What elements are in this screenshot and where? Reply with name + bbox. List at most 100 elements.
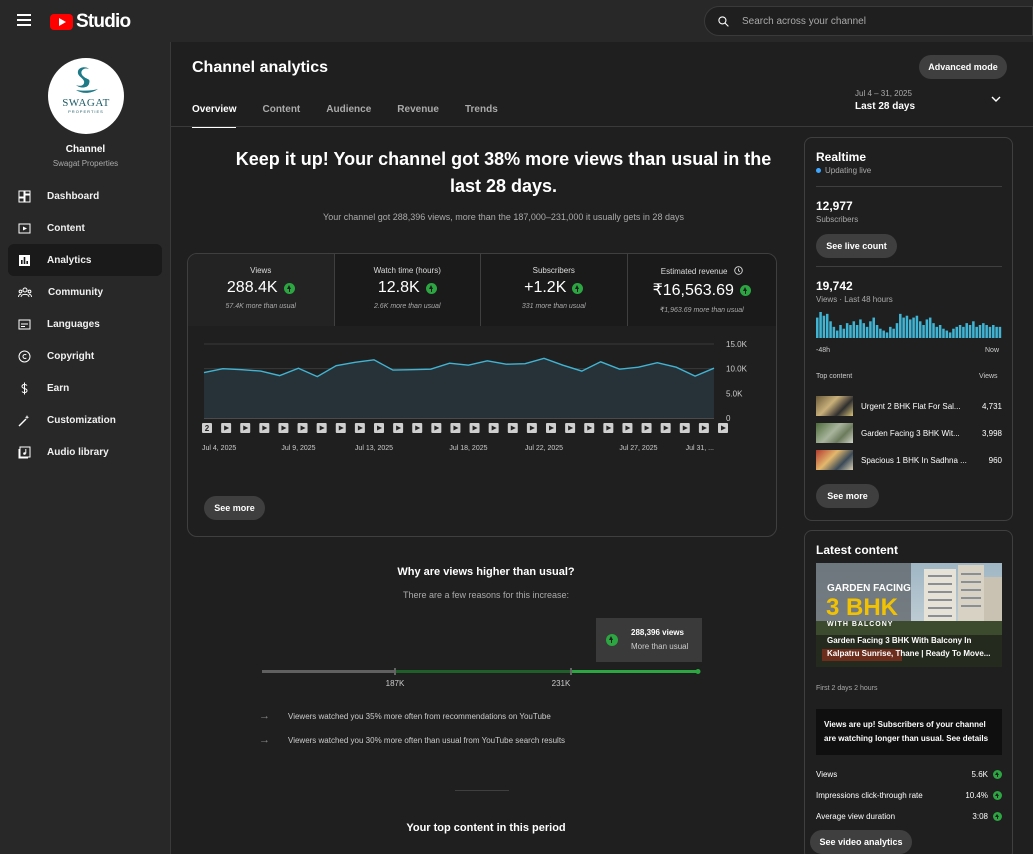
metric-watch-time[interactable]: Watch time (hours) 12.8K 2.6K more than … — [334, 254, 481, 326]
analytics-tabs: Overview Content Audience Revenue Trends — [192, 104, 524, 128]
latest-video-thumbnail[interactable]: GARDEN FACING 3 BHK WITH BALCONY Garden … — [816, 563, 1002, 667]
avatar-logo-sub: PROPERTIES — [68, 109, 104, 114]
sidebar-item-audio-library[interactable]: Audio library — [8, 436, 162, 468]
overview-card: Views 288.4K 57.4K more than usual Watch… — [187, 253, 777, 537]
y-tick-label: 15.0K — [726, 340, 748, 349]
metric-revenue[interactable]: Estimated revenue ₹16,563.69 ₹1,963.69 m… — [627, 254, 776, 326]
reason-item: → Viewers watched you 35% more often fro… — [259, 710, 551, 722]
subscribers-label: Subscribers — [816, 215, 859, 224]
y-tick-label: 5.0K — [726, 389, 743, 398]
realtime-bar — [852, 321, 856, 338]
latest-stat-row: Impressions click-through rate 10.4% — [816, 791, 1002, 800]
realtime-bar — [885, 332, 889, 338]
realtime-bar — [932, 323, 935, 338]
realtime-bar — [869, 321, 872, 338]
realtime-bar — [859, 319, 862, 338]
realtime-bar — [935, 326, 939, 338]
sidebar-item-content[interactable]: Content — [8, 212, 162, 244]
trend-up-icon — [993, 791, 1002, 800]
realtime-bar — [945, 330, 949, 338]
sidebar-nav: Dashboard Content Analytics Community La… — [8, 180, 162, 468]
studio-logo[interactable]: Studio — [50, 11, 131, 33]
latest-insight[interactable]: Views are up! Subscribers of your channe… — [816, 709, 1002, 755]
tab-content[interactable]: Content — [262, 104, 300, 128]
channel-label: Channel — [65, 144, 106, 155]
avatar[interactable]: SWAGAT PROPERTIES — [48, 58, 124, 134]
advanced-mode-button[interactable]: Advanced mode — [919, 55, 1007, 79]
sidebar-item-copyright[interactable]: Copyright — [8, 340, 162, 372]
realtime-bar — [909, 319, 912, 338]
chevron-down-icon[interactable] — [991, 96, 1001, 103]
realtime-bar — [819, 312, 822, 338]
top-bar: Studio — [0, 0, 1033, 42]
video-title-line-1: Garden Facing 3 BHK With Balcony In — [827, 636, 972, 645]
tab-revenue[interactable]: Revenue — [397, 104, 439, 128]
top-content-item[interactable]: Garden Facing 3 BHK Wit... 3,998 — [816, 423, 1002, 443]
tab-overview[interactable]: Overview — [192, 104, 237, 128]
live-status: Updating live — [816, 166, 871, 175]
x-tick-label: Jul 18, 2025 — [449, 445, 487, 452]
languages-icon — [18, 319, 31, 329]
thumbnail-text-2: 3 BHK — [826, 594, 899, 621]
metric-tabs: Views 288.4K 57.4K more than usual Watch… — [188, 254, 776, 326]
trend-up-icon — [993, 812, 1002, 821]
earn-icon — [21, 382, 28, 394]
sidebar-item-analytics[interactable]: Analytics — [8, 244, 162, 276]
sidebar-item-dashboard[interactable]: Dashboard — [8, 180, 162, 212]
realtime-bar — [925, 319, 929, 338]
current-marker — [695, 669, 701, 674]
realtime-bar — [975, 326, 978, 338]
metric-views[interactable]: Views 288.4K 57.4K more than usual — [188, 254, 335, 326]
realtime-bar — [982, 323, 985, 338]
analytics-icon — [19, 254, 30, 266]
period-text: Last 28 days — [855, 101, 916, 112]
realtime-bar — [965, 323, 968, 338]
views-chart[interactable]: 0 5.0K 10.0K 15.0K 2 Jul 4, 2025 Jul 9, 2025… — [188, 326, 777, 466]
see-video-analytics-button[interactable]: See video analytics — [810, 830, 912, 854]
range-below — [262, 670, 394, 673]
x-tick-label: Jul 27, 2025 — [619, 445, 657, 452]
youtube-play-icon — [50, 14, 73, 30]
realtime-bar-chart[interactable] — [816, 310, 1002, 338]
channel-name: Swagat Properties — [52, 159, 119, 168]
sidebar-item-languages[interactable]: Languages — [8, 308, 162, 340]
menu-icon[interactable] — [17, 14, 31, 26]
divider — [816, 186, 1002, 187]
sidebar-item-customization[interactable]: Customization — [8, 404, 162, 436]
info-icon[interactable] — [733, 266, 743, 275]
community-icon — [18, 287, 32, 297]
tab-trends[interactable]: Trends — [465, 104, 498, 128]
metric-subscribers[interactable]: Subscribers +1.2K 331 more than usual — [481, 254, 628, 326]
top-content-item[interactable]: Spacious 1 BHK In Sadhna ... 960 — [816, 450, 1002, 470]
search-input[interactable] — [742, 15, 982, 27]
latest-content-panel: Latest content GARDEN FACING 3 BHK WITH … — [804, 530, 1013, 854]
sidebar-item-earn[interactable]: Earn — [8, 372, 162, 404]
trend-up-icon — [606, 634, 618, 646]
top-content-title: Your top content in this period — [406, 822, 566, 834]
realtime-bar — [892, 328, 895, 338]
live-dot-icon — [816, 168, 821, 173]
realtime-bar — [849, 325, 852, 338]
realtime-title: Realtime — [816, 150, 867, 164]
realtime-bar — [938, 325, 942, 338]
range-low-label: 187K — [386, 679, 405, 688]
search-box[interactable] — [704, 6, 1033, 36]
x-tick-label: Jul 4, 2025 — [202, 445, 236, 452]
top-content-item[interactable]: Urgent 2 BHK Flat For Sal... 4,731 — [816, 396, 1002, 416]
realtime-bar — [972, 321, 975, 338]
realtime-subscribers: 12,977 — [816, 199, 853, 213]
sidebar-item-community[interactable]: Community — [8, 276, 162, 308]
arrow-right-icon: → — [259, 734, 270, 746]
realtime-bar — [865, 326, 869, 338]
date-range-picker[interactable]: Jul 4 – 31, 2025 Last 28 days — [855, 89, 915, 112]
see-live-count-button[interactable]: See live count — [816, 234, 897, 258]
realtime-bar — [968, 325, 972, 338]
see-more-button[interactable]: See more — [204, 496, 265, 520]
tab-audience[interactable]: Audience — [326, 104, 371, 128]
swan-logo-icon — [76, 67, 98, 93]
realtime-bar — [928, 317, 932, 338]
video-thumbnail — [816, 423, 853, 443]
realtime-see-more-button[interactable]: See more — [816, 484, 879, 508]
realtime-bar — [839, 325, 842, 338]
content-icon — [18, 223, 31, 233]
